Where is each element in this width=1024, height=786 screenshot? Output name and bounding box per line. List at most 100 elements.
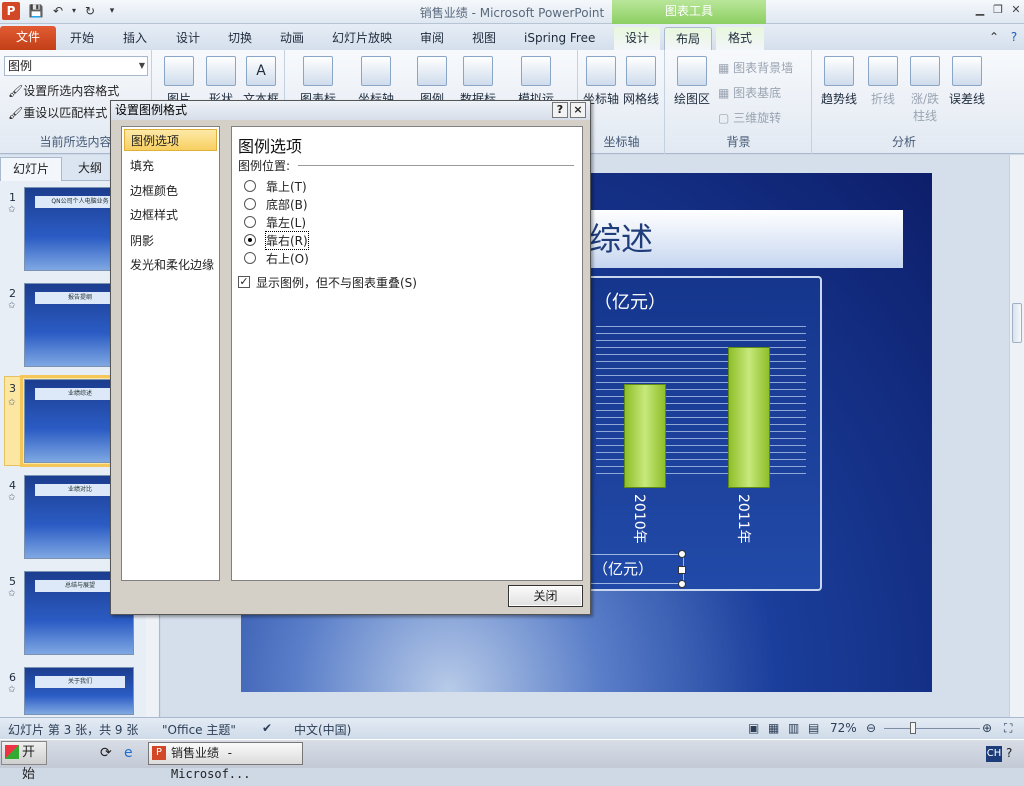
tab-slides[interactable]: 幻灯片 <box>0 157 63 181</box>
dialog-close-icon[interactable]: × <box>570 102 586 118</box>
help-icon[interactable]: ? <box>1006 746 1012 760</box>
slide-scrollbar[interactable] <box>1009 155 1024 717</box>
slide-title[interactable]: 综述 <box>586 210 903 268</box>
reset-style-button[interactable]: 🖌重设以匹配样式 <box>8 104 107 121</box>
help-icon[interactable]: ? <box>1006 29 1022 45</box>
chart-legend[interactable]: （亿元） <box>588 554 684 584</box>
lines-button[interactable]: 折线 <box>863 56 903 107</box>
quicklaunch-icon[interactable]: ⟳ <box>100 745 112 761</box>
updown-bars-button[interactable]: 涨/跌柱线 <box>905 56 945 124</box>
nav-border-style[interactable]: 边框样式 <box>124 204 217 226</box>
minimize-icon[interactable]: ▁ <box>972 3 988 17</box>
bar-2010[interactable] <box>624 384 666 488</box>
fit-to-window-icon[interactable]: ⛶ <box>1004 721 1012 736</box>
tab-review[interactable]: 审阅 <box>412 27 452 50</box>
radio-top-label[interactable]: 靠上(T) <box>266 178 307 195</box>
radio-bottom-label[interactable]: 底部(B) <box>266 196 308 213</box>
bar-2011[interactable] <box>728 347 770 488</box>
gridline <box>596 340 806 341</box>
slide-thumbnail-6[interactable]: 关于我们 <box>24 667 134 715</box>
start-button[interactable]: 开始 <box>1 741 47 782</box>
rotation-3d-icon: ▢ <box>718 111 734 125</box>
ime-indicator[interactable]: CH <box>986 746 1002 762</box>
close-button[interactable]: 关闭 <box>508 585 583 607</box>
gridline <box>596 375 806 376</box>
nav-glow-soft-edges[interactable]: 发光和柔化边缘 <box>124 254 217 276</box>
tab-file[interactable]: 文件 <box>0 26 56 50</box>
tab-chart-design[interactable]: 设计 <box>614 27 660 50</box>
chart-elements-combo[interactable]: 图例 ▼ <box>4 56 148 76</box>
group-label-background: 背景 <box>726 135 751 149</box>
tab-chart-layout[interactable]: 布局 <box>664 27 712 50</box>
slide-sorter-icon[interactable]: ▦ <box>768 721 779 735</box>
resize-handle[interactable] <box>678 566 686 574</box>
resize-handle[interactable] <box>678 550 686 558</box>
radio-top[interactable] <box>244 180 256 192</box>
zoom-level[interactable]: 72% <box>830 721 857 735</box>
shapes-icon <box>206 56 236 86</box>
zoom-out-icon[interactable]: ⊖ <box>866 721 876 735</box>
trendline-button[interactable]: 趋势线 <box>819 56 859 107</box>
nav-border-color[interactable]: 边框颜色 <box>124 180 217 202</box>
textbox-icon: A <box>246 56 276 86</box>
plot-area-button[interactable]: 绘图区 <box>672 56 712 107</box>
radio-left-label[interactable]: 靠左(L) <box>266 214 306 231</box>
dialog-title[interactable]: 设置图例格式 <box>111 101 590 120</box>
chart-unit-label: （亿元） <box>594 292 666 313</box>
rotation-3d-button[interactable]: ▢ 三维旋转 <box>718 109 781 126</box>
no-overlap-label[interactable]: 显示图例，但不与图表重叠(S) <box>256 274 417 291</box>
radio-right-label[interactable]: 靠右(R) <box>265 231 309 250</box>
error-bars-button[interactable]: 误差线 <box>947 56 987 107</box>
zoom-in-icon[interactable]: ⊕ <box>982 721 992 735</box>
chart-wall-button[interactable]: ▦ 图表背景墙 <box>718 59 793 76</box>
zoom-slider[interactable] <box>884 728 980 729</box>
chart-floor-button[interactable]: ▦ 图表基底 <box>718 84 781 101</box>
animation-star-icon: ✩ <box>8 493 16 503</box>
gridlines-button[interactable]: 网格线 <box>621 56 661 107</box>
radio-left[interactable] <box>244 216 256 228</box>
tab-home[interactable]: 开始 <box>62 27 102 50</box>
taskbar-app-powerpoint[interactable]: P 销售业绩 - Microsof... <box>148 742 303 781</box>
reading-view-icon[interactable]: ▥ <box>788 721 799 735</box>
animation-star-icon: ✩ <box>8 685 16 695</box>
updown-bars-icon <box>910 56 940 86</box>
tab-insert[interactable]: 插入 <box>115 27 155 50</box>
tab-chart-format[interactable]: 格式 <box>716 27 764 50</box>
scrollbar-thumb[interactable] <box>1012 303 1022 343</box>
nav-fill[interactable]: 填充 <box>124 155 217 177</box>
radio-right[interactable] <box>244 234 256 246</box>
radio-bottom[interactable] <box>244 198 256 210</box>
no-overlap-checkbox[interactable]: ✓ <box>238 276 250 288</box>
chart[interactable]: （亿元） 2010年 2011年 （亿元） <box>586 276 822 591</box>
restore-icon[interactable]: ❐ <box>990 3 1006 17</box>
spellcheck-icon[interactable]: ✔ <box>262 721 272 735</box>
theme-name[interactable]: "Office 主题" <box>162 721 236 738</box>
radio-top-right[interactable] <box>244 252 256 264</box>
zoom-slider-thumb[interactable] <box>910 722 916 734</box>
ribbon-tabs: 文件 开始 插入 设计 切换 动画 幻灯片放映 审阅 视图 iSpring Fr… <box>0 24 1024 50</box>
nav-legend-options[interactable]: 图例选项 <box>124 129 217 151</box>
ie-icon[interactable]: e <box>124 745 133 761</box>
tab-outline[interactable]: 大纲 <box>66 157 114 181</box>
chart-tools-label: 图表工具 <box>612 0 766 24</box>
chart-wall-icon: ▦ <box>718 61 734 75</box>
tab-slideshow[interactable]: 幻灯片放映 <box>324 27 400 50</box>
slideshow-view-icon[interactable]: ▤ <box>808 721 819 735</box>
tab-view[interactable]: 视图 <box>464 27 504 50</box>
tab-design[interactable]: 设计 <box>168 27 208 50</box>
collapse-ribbon-icon[interactable]: ⌃ <box>986 29 1002 45</box>
normal-view-icon[interactable]: ▣ <box>748 721 759 735</box>
tab-ispring[interactable]: iSpring Free <box>516 27 603 50</box>
radio-top-right-label[interactable]: 右上(O) <box>266 250 309 267</box>
language[interactable]: 中文(中国) <box>294 721 351 738</box>
format-selection-button[interactable]: 🖌设置所选内容格式 <box>8 82 119 99</box>
nav-shadow[interactable]: 阴影 <box>124 230 217 252</box>
close-window-icon[interactable]: ✕ <box>1008 3 1024 17</box>
dialog-help-button[interactable]: ? <box>552 102 568 118</box>
divider <box>298 165 574 166</box>
gridline <box>596 326 806 327</box>
resize-handle[interactable] <box>678 580 686 588</box>
tab-transitions[interactable]: 切换 <box>220 27 260 50</box>
title-bar: P 💾 ↶ ▾ ↻ ▾ 销售业绩 - Microsoft PowerPoint … <box>0 0 1024 24</box>
tab-animations[interactable]: 动画 <box>272 27 312 50</box>
